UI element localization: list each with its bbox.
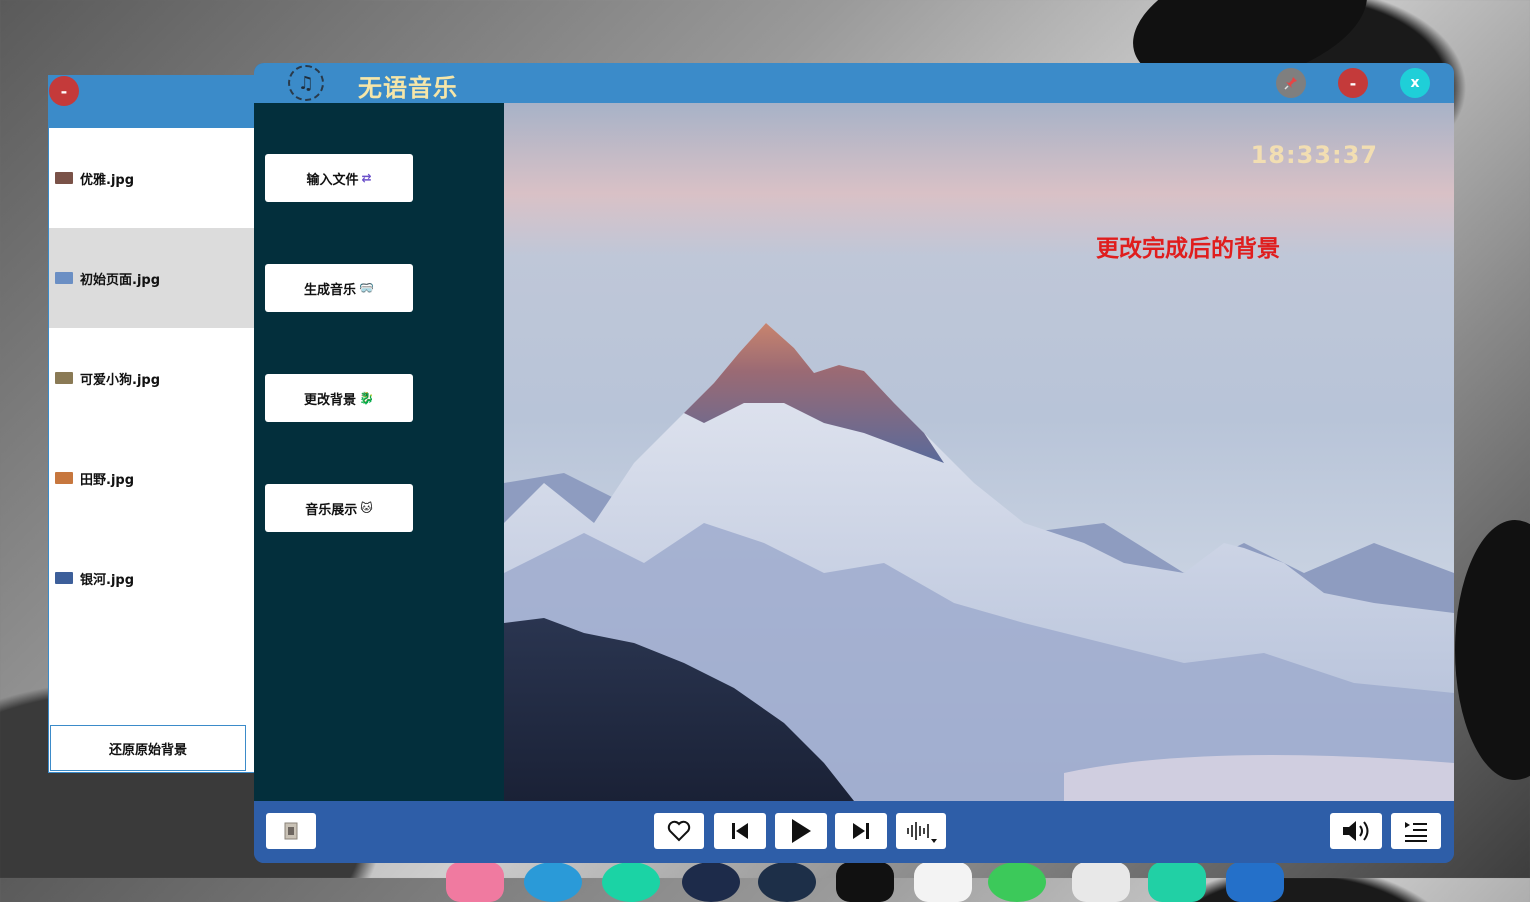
list-item[interactable]: 可爱小狗.jpg bbox=[49, 328, 255, 428]
audio-effects-button[interactable] bbox=[896, 813, 946, 849]
heart-icon bbox=[667, 820, 691, 842]
menu-button-label: 生成音乐 bbox=[304, 282, 357, 298]
swap-icon: ⇄ bbox=[361, 171, 372, 185]
background-display-area: 18:33:37 更改完成后的背景 bbox=[504, 103, 1454, 801]
background-caption: 更改完成后的背景 bbox=[1096, 236, 1280, 262]
minimize-button[interactable]: - bbox=[1338, 68, 1368, 98]
restore-background-button[interactable]: 还原原始背景 bbox=[50, 725, 246, 771]
menu-button-label: 输入文件 bbox=[306, 172, 359, 188]
equalizer-icon bbox=[907, 822, 937, 843]
dragon-icon: 🐉 bbox=[359, 391, 374, 405]
app-title: 无语音乐 bbox=[358, 74, 458, 102]
background-picker-window: - 优雅.jpg 初始页面.jpg 可爱小狗.jpg 田野.jpg 银河.jpg… bbox=[48, 75, 260, 773]
title-bar[interactable]: ♫ 无语音乐 - x bbox=[254, 63, 1454, 103]
next-icon bbox=[853, 823, 869, 839]
image-thumbnail bbox=[55, 572, 73, 584]
previous-track-button[interactable] bbox=[714, 813, 766, 849]
close-button[interactable]: x bbox=[1400, 68, 1430, 98]
pin-icon bbox=[1284, 77, 1297, 90]
previous-icon bbox=[732, 823, 748, 839]
cover-icon bbox=[284, 822, 298, 840]
pin-button[interactable] bbox=[1276, 68, 1306, 98]
picker-header: - bbox=[49, 76, 259, 128]
clock-display: 18:33:37 bbox=[1250, 141, 1378, 169]
menu-button-label: 更改背景 bbox=[304, 392, 357, 408]
playlist-icon bbox=[1405, 822, 1427, 842]
image-thumbnail bbox=[55, 272, 73, 284]
list-item-label: 优雅.jpg bbox=[80, 172, 135, 188]
background-list: 优雅.jpg 初始页面.jpg 可爱小狗.jpg 田野.jpg 银河.jpg bbox=[49, 128, 255, 628]
volume-icon bbox=[1343, 821, 1369, 841]
dock-app-icon[interactable] bbox=[758, 862, 816, 902]
dock-app-icon[interactable] bbox=[682, 862, 740, 902]
dock-app-icon[interactable] bbox=[1148, 862, 1206, 902]
image-thumbnail bbox=[55, 372, 73, 384]
navigation-sidebar: 输入文件 ⇄ 生成音乐 🥽 更改背景 🐉 音乐展示 🐱 bbox=[254, 103, 504, 801]
dock-app-icon[interactable] bbox=[988, 862, 1046, 902]
dock-app-icon[interactable] bbox=[524, 862, 582, 902]
play-button[interactable] bbox=[775, 813, 827, 849]
dock-app-icon[interactable] bbox=[1072, 862, 1130, 902]
list-item-label: 可爱小狗.jpg bbox=[80, 372, 161, 388]
desktop-wallpaper-shape bbox=[1455, 520, 1530, 780]
list-item[interactable]: 田野.jpg bbox=[49, 428, 255, 528]
menu-button-label: 音乐展示 bbox=[305, 502, 358, 518]
dock-app-icon[interactable] bbox=[914, 862, 972, 902]
dock-app-icon[interactable] bbox=[602, 862, 660, 902]
import-file-button[interactable]: 输入文件 ⇄ bbox=[265, 154, 413, 202]
playback-control-bar bbox=[254, 801, 1454, 863]
generate-music-button[interactable]: 生成音乐 🥽 bbox=[265, 264, 413, 312]
image-thumbnail bbox=[55, 472, 73, 484]
change-background-button[interactable]: 更改背景 🐉 bbox=[265, 374, 413, 422]
dock-app-icon[interactable] bbox=[836, 862, 894, 902]
playlist-button[interactable] bbox=[1391, 813, 1441, 849]
volume-button[interactable] bbox=[1330, 813, 1382, 849]
list-item[interactable]: 初始页面.jpg bbox=[49, 228, 255, 328]
goggles-icon: 🥽 bbox=[359, 281, 374, 295]
dock-app-icon[interactable] bbox=[446, 862, 504, 902]
dock-app-icon[interactable] bbox=[1226, 862, 1284, 902]
list-item-label: 初始页面.jpg bbox=[80, 272, 161, 288]
image-thumbnail bbox=[55, 172, 73, 184]
list-item-label: 田野.jpg bbox=[80, 472, 135, 488]
album-cover-button[interactable] bbox=[266, 813, 316, 849]
favorite-button[interactable] bbox=[654, 813, 704, 849]
list-item[interactable]: 优雅.jpg bbox=[49, 128, 255, 228]
list-item[interactable]: 银河.jpg bbox=[49, 528, 255, 628]
picker-close-button[interactable]: - bbox=[49, 76, 79, 106]
cat-icon: 🐱 bbox=[360, 501, 373, 515]
mountain-background-image bbox=[504, 323, 1454, 801]
next-track-button[interactable] bbox=[835, 813, 887, 849]
music-note-logo-icon: ♫ bbox=[288, 65, 324, 101]
list-item-label: 银河.jpg bbox=[80, 572, 135, 588]
music-display-button[interactable]: 音乐展示 🐱 bbox=[265, 484, 413, 532]
play-icon bbox=[792, 819, 811, 843]
music-player-window: ♫ 无语音乐 - x 输入文件 ⇄ 生成音乐 🥽 更改背景 🐉 音乐展示 🐱 1… bbox=[254, 63, 1454, 863]
